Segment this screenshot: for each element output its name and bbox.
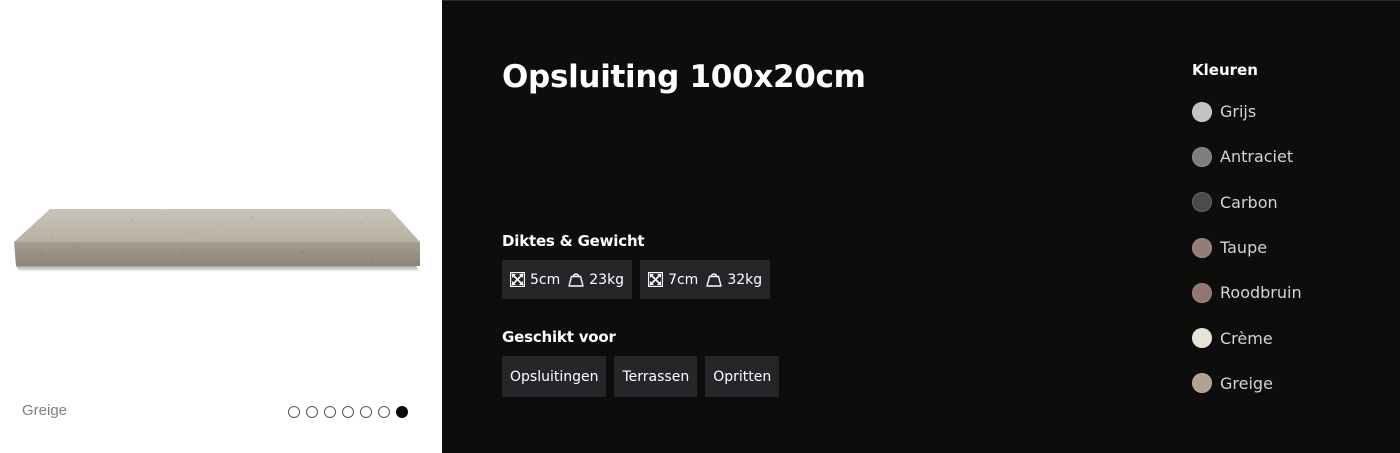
expand-arrows-icon xyxy=(648,272,664,287)
thickness-value: 5cm xyxy=(530,271,561,288)
color-option-roodbruin[interactable]: Roodbruin xyxy=(1192,270,1302,315)
color-label: Antraciet xyxy=(1220,147,1294,167)
color-swatch xyxy=(1192,192,1212,213)
suitable-heading: Geschikt voor xyxy=(502,328,616,346)
color-swatch xyxy=(1192,146,1212,167)
product-image xyxy=(14,209,420,272)
color-options: Kleuren Grijs Antraciet Carbon Taupe Roo… xyxy=(1192,61,1302,406)
carousel-dot[interactable] xyxy=(342,406,354,418)
expand-arrows-icon xyxy=(510,272,525,287)
weight-value: 32kg xyxy=(727,271,763,288)
thickness-heading: Diktes & Gewicht xyxy=(502,232,645,250)
suitable-tag[interactable]: Opsluitingen xyxy=(502,356,607,397)
color-option-taupe[interactable]: Taupe xyxy=(1192,225,1302,270)
color-swatch xyxy=(1192,373,1212,394)
color-option-creme[interactable]: Crème xyxy=(1192,315,1302,360)
color-label: Carbon xyxy=(1220,192,1278,212)
product-details: Opsluiting 100x20cm Diktes & Gewicht 5cm… xyxy=(442,0,1400,453)
color-swatch xyxy=(1192,101,1212,122)
carousel-dot[interactable] xyxy=(288,406,300,418)
color-swatch xyxy=(1192,282,1212,303)
image-caption: Greige xyxy=(22,402,68,419)
color-swatch xyxy=(1192,328,1212,349)
product-gallery: Greige xyxy=(0,0,442,453)
carousel-dot[interactable] xyxy=(324,406,336,418)
suitable-tag[interactable]: Terrassen xyxy=(614,356,698,397)
color-option-grijs[interactable]: Grijs xyxy=(1192,89,1302,134)
carousel-dot[interactable] xyxy=(378,406,390,418)
weight-icon xyxy=(568,273,584,287)
color-label: Grijs xyxy=(1220,102,1257,122)
carousel-pagination xyxy=(288,406,408,418)
color-swatch xyxy=(1192,237,1212,258)
colors-heading: Kleuren xyxy=(1192,61,1258,79)
suitable-tags: Opsluitingen Terrassen Opritten xyxy=(502,356,780,397)
color-label: Crème xyxy=(1220,328,1273,348)
carousel-dot[interactable] xyxy=(306,406,318,418)
suitable-tag[interactable]: Opritten xyxy=(705,356,780,397)
thickness-value: 7cm xyxy=(668,271,699,288)
color-option-antraciet[interactable]: Antraciet xyxy=(1192,134,1302,179)
weight-value: 23kg xyxy=(589,271,625,288)
color-label: Greige xyxy=(1220,373,1273,393)
weight-icon xyxy=(706,273,723,287)
carousel-dot[interactable] xyxy=(360,406,372,418)
color-label: Roodbruin xyxy=(1220,283,1302,303)
color-option-greige[interactable]: Greige xyxy=(1192,361,1302,406)
thickness-options: 5cm 23kg 7cm 32kg xyxy=(502,260,771,299)
color-option-carbon[interactable]: Carbon xyxy=(1192,180,1302,225)
thickness-option[interactable]: 7cm 32kg xyxy=(640,260,771,299)
product-title: Opsluiting 100x20cm xyxy=(502,59,866,95)
color-label: Taupe xyxy=(1220,238,1268,258)
thickness-option[interactable]: 5cm 23kg xyxy=(502,260,633,299)
carousel-dot-active[interactable] xyxy=(396,406,408,418)
